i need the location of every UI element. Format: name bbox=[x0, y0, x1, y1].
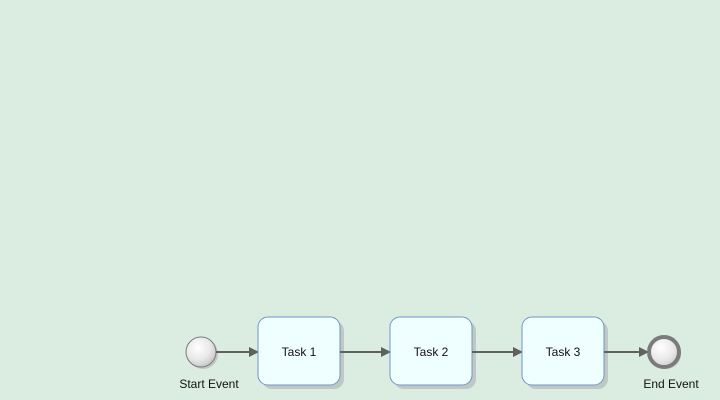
task-1-label: Task 1 bbox=[281, 345, 317, 359]
bpmn-canvas: Task 1 Task 2 Task 3 Start Event End Eve… bbox=[0, 0, 720, 400]
end-event[interactable] bbox=[647, 335, 681, 369]
end-event-label: End Event bbox=[643, 377, 699, 391]
start-event[interactable] bbox=[185, 336, 218, 369]
bpmn-diagram bbox=[185, 316, 681, 389]
start-event-circle-icon[interactable] bbox=[185, 336, 217, 368]
task-2-label: Task 2 bbox=[413, 345, 449, 359]
end-event-circle-icon[interactable] bbox=[647, 335, 681, 369]
start-event-label: Start Event bbox=[179, 377, 239, 391]
task-3-label: Task 3 bbox=[545, 345, 581, 359]
